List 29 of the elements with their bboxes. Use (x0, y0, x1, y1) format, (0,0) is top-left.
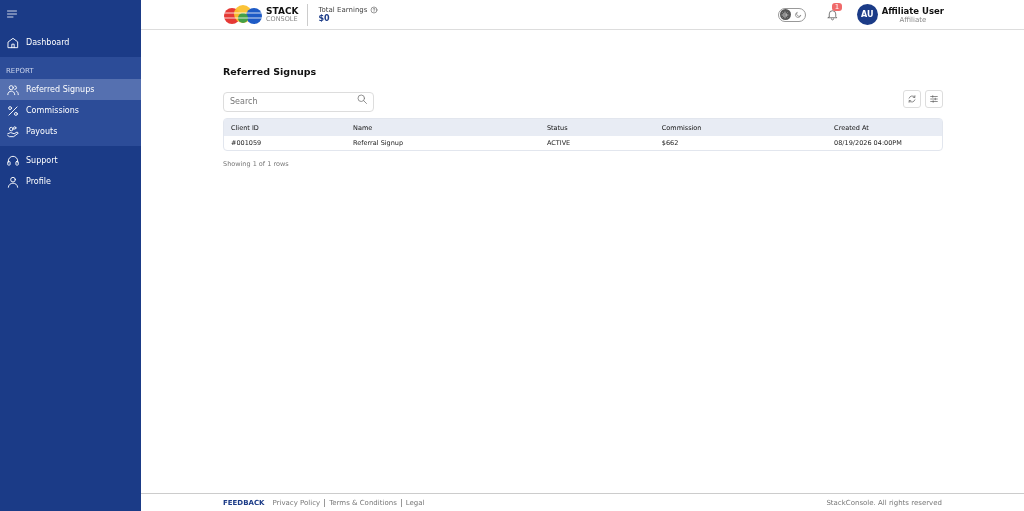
filter-button[interactable] (925, 90, 943, 108)
hand-coins-icon (6, 124, 20, 139)
users-icon (6, 82, 20, 97)
sidebar-item[interactable]: Payouts (0, 121, 141, 142)
help-icon (370, 6, 379, 14)
page-title: Referred Signups (223, 66, 318, 77)
sun-icon (781, 10, 790, 19)
earnings-value: $0 (318, 14, 331, 23)
user-avatar[interactable]: AU (856, 4, 878, 25)
search-field[interactable]: Search (223, 91, 374, 112)
user-name: Affiliate User (881, 5, 944, 16)
moon-icon (794, 10, 803, 19)
refresh-icon (907, 94, 917, 104)
logo-icon (223, 3, 263, 26)
percent-icon (6, 103, 20, 118)
person-icon (6, 174, 20, 189)
sidebar-item[interactable]: Dashboard (0, 32, 141, 53)
logo-title: STACK (266, 6, 299, 16)
bell-icon (825, 8, 839, 21)
sliders-icon (929, 94, 939, 104)
refresh-button[interactable] (903, 90, 921, 108)
menu-icon (6, 8, 18, 20)
sidebar-item[interactable]: Referred Signups (0, 79, 141, 100)
search-icon (356, 93, 368, 105)
sidebar-item[interactable]: Profile (0, 171, 141, 192)
sidebar-item[interactable]: Commissions (0, 100, 141, 121)
headset-icon (6, 153, 20, 168)
sidebar-item[interactable]: Support (0, 150, 141, 171)
home-icon (6, 35, 20, 50)
